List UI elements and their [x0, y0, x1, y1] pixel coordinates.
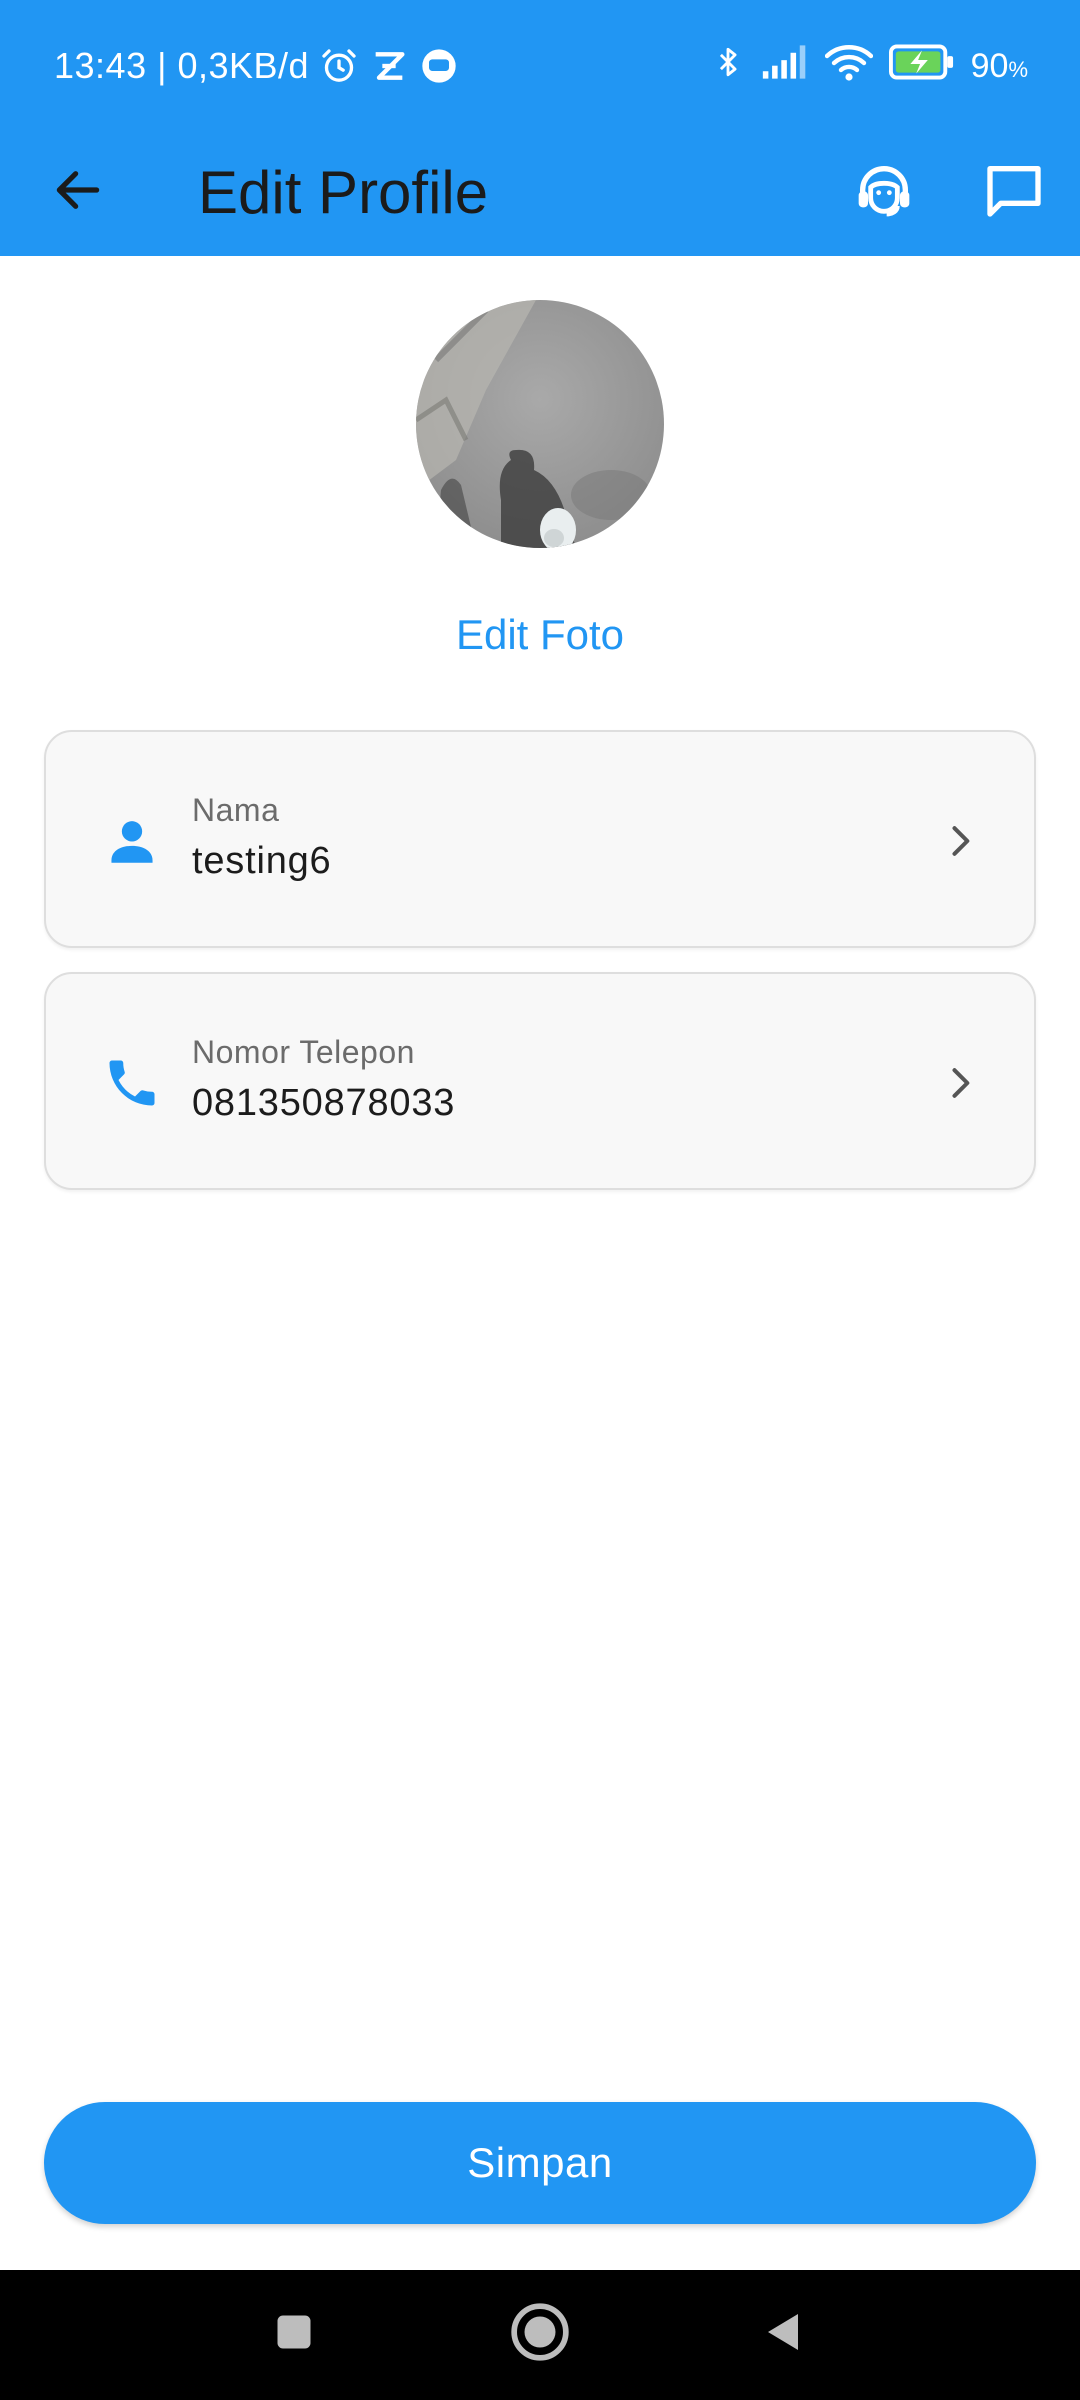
square-icon	[272, 2310, 316, 2359]
edit-profile-screen: 13:43 | 0,3KB/d 90 % Edit Profile Edit F…	[0, 0, 1080, 2400]
battery-percent: 90%	[971, 47, 1028, 86]
battery-percent-unit: %	[1008, 56, 1028, 82]
alarm-icon	[319, 46, 359, 86]
customer-support-button[interactable]	[844, 152, 924, 232]
phone-field-card[interactable]: Nomor Telepon 081350878033	[44, 972, 1036, 1190]
profile-avatar[interactable]	[416, 300, 664, 548]
save-button[interactable]: Simpan	[44, 2102, 1036, 2224]
bluetooth-icon	[711, 42, 745, 91]
edit-photo-link[interactable]: Edit Foto	[0, 600, 1080, 670]
page-title: Edit Profile	[198, 159, 489, 226]
chevron-right-icon	[930, 1053, 990, 1113]
phone-field-value: 081350878033	[192, 1082, 456, 1124]
status-left: 13:43 | 0,3KB/d	[54, 44, 459, 88]
wifi-icon	[824, 42, 873, 91]
status-right: 90%	[711, 44, 1028, 88]
home-circle-icon	[509, 2301, 571, 2368]
status-bar: 13:43 | 0,3KB/d 90 %	[0, 0, 1080, 130]
arrow-back-icon	[50, 162, 106, 223]
triangle-back-icon	[760, 2308, 808, 2361]
name-field-value: testing6	[192, 840, 332, 882]
headset-support-icon	[852, 158, 916, 227]
chat-button[interactable]	[974, 152, 1054, 232]
name-field-label: Nama	[192, 792, 280, 828]
battery-percent-value: 90	[970, 46, 1009, 85]
signal-icon	[761, 43, 809, 90]
home-button[interactable]	[500, 2294, 580, 2374]
person-icon	[92, 801, 172, 881]
system-back-button[interactable]	[744, 2294, 824, 2374]
recent-apps-button[interactable]	[254, 2294, 334, 2374]
status-time-speed: 13:43 | 0,3KB/d	[54, 45, 310, 86]
name-field-card[interactable]: Nama testing6	[44, 730, 1036, 948]
back-button[interactable]	[40, 154, 116, 230]
phone-field-label: Nomor Telepon	[192, 1034, 415, 1070]
app-notification-icon	[369, 46, 409, 86]
chat-icon	[982, 158, 1046, 227]
avatar-photo	[416, 300, 664, 548]
phone-icon	[92, 1043, 172, 1123]
message-notification-icon	[419, 46, 459, 86]
chevron-right-icon	[930, 811, 990, 871]
system-navigation-bar	[0, 2270, 1080, 2400]
battery-charging-icon	[888, 44, 955, 89]
app-bar: Edit Profile	[0, 130, 1080, 256]
